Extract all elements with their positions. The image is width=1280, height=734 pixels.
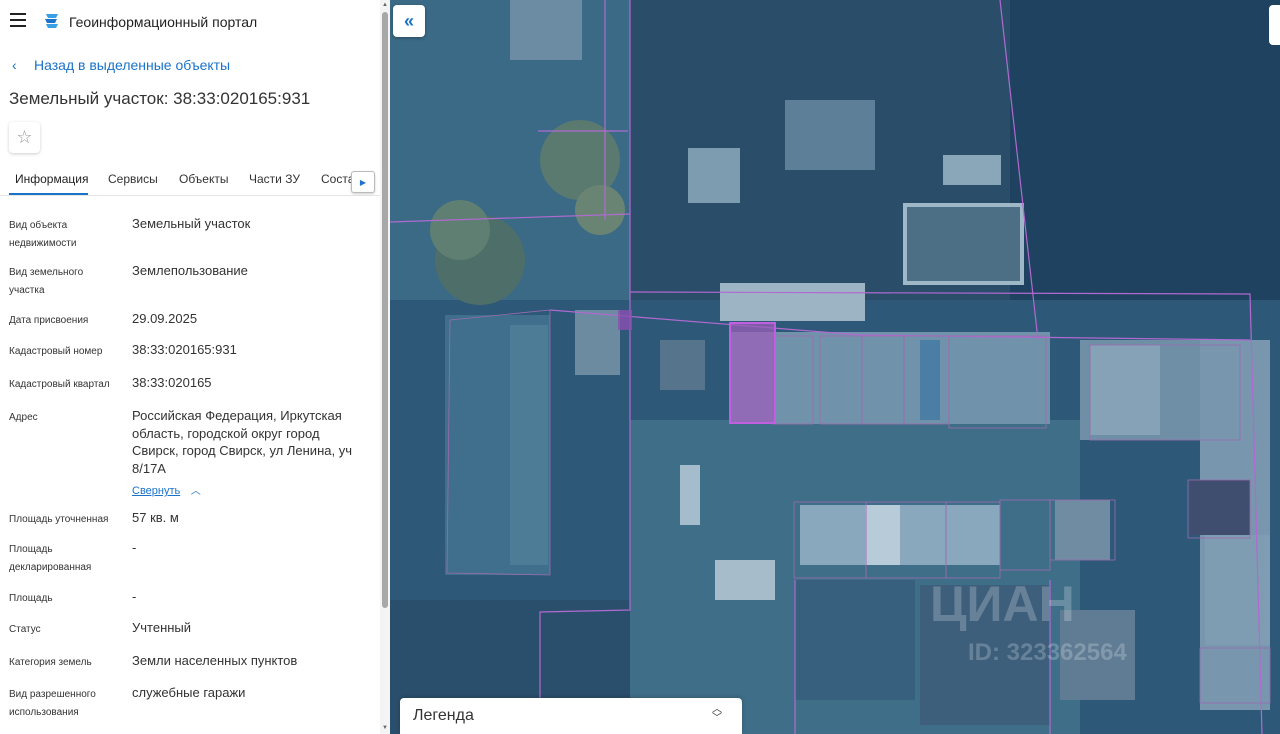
chevron-left-icon: ‹ [12,57,17,73]
property-value: служебные гаражи [132,685,246,700]
collapse-link[interactable]: Свернуть [132,485,180,497]
tab-services[interactable]: Сервисы [108,172,158,186]
property-label: Площадь уточненная [9,514,109,525]
tab-info[interactable]: Информация [15,172,88,186]
back-to-selected-link[interactable]: ‹ Назад в выделенные объекты [12,57,230,73]
property-value: Учтенный [132,620,192,635]
property-label: Статус [9,624,41,635]
property-label: Категория земель [9,657,92,668]
property-label: Кадастровый номер [9,346,103,357]
triangle-right-icon: ▶ [359,177,367,187]
chevron-up-icon: ︿ [190,486,201,497]
object-title: Земельный участок: 38:33:020165:931 [9,89,311,108]
property-label: Вид земельного участка [9,267,84,296]
tab-objects[interactable]: Объекты [179,172,229,186]
watermark-logo: ЦИАН [930,576,1075,632]
app-window: Геоинформационный портал ‹ Назад в выдел… [0,0,1280,734]
property-value: 57 кв. м [132,510,179,525]
property-value: Российская Федерация, Иркутская область,… [132,408,352,476]
double-chevron-left-icon: « [403,10,414,31]
tab-bar: Информация Сервисы Объекты Части ЗУ Сост… [0,166,380,196]
menu-button[interactable] [10,13,26,27]
legend-panel[interactable]: Легенда ︿ ﹀ [400,698,742,734]
property-label: Площадь декларированная [9,544,92,573]
property-label: Адрес [9,412,38,423]
collapse-panel-button[interactable]: « [393,5,425,37]
hamburger-icon-line [10,19,26,21]
satellite-imagery [390,0,1280,734]
tabs-next-button[interactable]: ▶ [351,171,375,193]
property-label: Дата присвоения [9,315,89,326]
legend-label: Легенда [413,707,474,724]
back-link-label: Назад в выделенные объекты [34,57,231,73]
favorite-button[interactable]: ☆ [9,122,40,153]
scroll-up-icon[interactable]: ▲ [381,2,389,10]
hamburger-icon [10,13,26,15]
tab-parts[interactable]: Части ЗУ [249,172,300,186]
up-down-chevron-icon[interactable]: ︿ ﹀ [712,705,722,724]
property-label: Вид объекта недвижимости [9,220,77,249]
hamburger-icon-line [10,25,26,27]
property-label: Кадастровый квартал [9,379,110,390]
property-value: Землепользование [132,263,248,278]
property-value: Земельный участок [132,216,251,231]
active-tab-indicator [9,193,88,195]
property-value: 38:33:020165:931 [132,342,237,357]
app-title: Геоинформационный портал [69,14,258,30]
scroll-down-icon[interactable]: ▼ [381,725,389,733]
star-icon: ☆ [16,127,33,147]
property-value: Земли населенных пунктов [132,653,298,668]
map-view[interactable]: ЦИАН ID: 323362564 [390,0,1280,734]
property-value: - [132,589,137,604]
selected-parcel[interactable] [729,322,776,424]
property-value: 29.09.2025 [132,311,198,326]
sidebar-scrollbar-thumb[interactable] [382,12,388,608]
map-control-button[interactable] [1269,5,1280,45]
property-value: - [132,540,137,555]
property-value: 38:33:020165 [132,375,212,390]
watermark-id: ID: 323362564 [968,639,1127,666]
property-label: Площадь [9,593,53,604]
portal-logo-icon [45,14,58,28]
info-sidebar: Геоинформационный портал ‹ Назад в выдел… [0,0,390,734]
address-collapse[interactable]: Свернуть ︿ [132,481,201,499]
top-bar: Геоинформационный портал [0,0,380,44]
property-label: Вид разрешенного использования [9,689,96,718]
